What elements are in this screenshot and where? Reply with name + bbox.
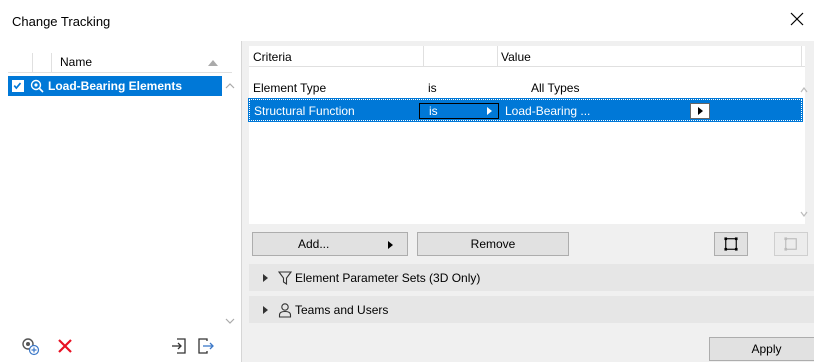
list-item-label: Load-Bearing Elements bbox=[48, 79, 183, 93]
tracking-list-panel: Name Load-Bearing Elements bbox=[0, 41, 242, 362]
list-item-load-bearing[interactable]: Load-Bearing Elements bbox=[8, 76, 222, 96]
name-column-header[interactable]: Name bbox=[60, 55, 92, 69]
remove-button-label: Remove bbox=[470, 237, 516, 251]
table-header: Criteria Value bbox=[249, 46, 805, 67]
checkmark-icon bbox=[13, 82, 22, 90]
criteria-table: Criteria Value Element Type is All Types… bbox=[248, 46, 808, 224]
list-toolbar bbox=[0, 330, 242, 362]
criteria-cell: Element Type bbox=[253, 81, 327, 95]
user-icon bbox=[278, 303, 292, 318]
expand-arrow-icon[interactable] bbox=[263, 274, 268, 282]
remove-criteria-button[interactable]: Remove bbox=[417, 232, 569, 256]
column-divider bbox=[423, 46, 424, 67]
sort-ascending-icon[interactable] bbox=[208, 59, 218, 67]
title-bar: Change Tracking bbox=[0, 0, 814, 41]
column-divider bbox=[51, 53, 52, 73]
criteria-cell: Structural Function bbox=[254, 104, 355, 118]
frame-icon bbox=[784, 237, 797, 251]
dropdown-arrow-icon bbox=[698, 107, 703, 115]
add-marker-icon[interactable] bbox=[20, 336, 40, 356]
list-header: Name bbox=[8, 53, 232, 73]
frame-icon bbox=[724, 237, 738, 251]
criteria-column-header[interactable]: Criteria bbox=[253, 50, 292, 64]
dropdown-arrow-icon bbox=[388, 241, 393, 249]
frame-disabled-button[interactable] bbox=[774, 232, 808, 256]
scroll-down-icon[interactable] bbox=[800, 210, 808, 218]
apply-button[interactable]: Apply bbox=[709, 337, 814, 361]
section-label: Teams and Users bbox=[295, 303, 389, 317]
criteria-panel: Criteria Value Element Type is All Types… bbox=[242, 41, 814, 362]
operator-dropdown[interactable]: is bbox=[419, 103, 499, 119]
scroll-up-icon[interactable] bbox=[225, 82, 235, 90]
export-icon[interactable] bbox=[196, 336, 216, 356]
value-dropdown-value: Load-Bearing ... bbox=[505, 104, 591, 118]
close-icon[interactable] bbox=[788, 10, 806, 28]
value-dropdown-button[interactable] bbox=[690, 103, 710, 119]
table-row-selected[interactable]: Structural Function is Load-Bearing ... bbox=[248, 98, 803, 122]
section-label: Element Parameter Sets (3D Only) bbox=[295, 271, 481, 285]
import-icon[interactable] bbox=[170, 336, 190, 356]
column-divider bbox=[497, 46, 498, 67]
visibility-checkbox[interactable] bbox=[12, 80, 24, 92]
scroll-up-icon[interactable] bbox=[800, 86, 808, 94]
filter-icon bbox=[278, 271, 292, 286]
value-cell: All Types bbox=[531, 81, 580, 95]
highlight-marker-icon bbox=[30, 79, 44, 93]
operator-dropdown-value: is bbox=[429, 104, 438, 118]
apply-button-label: Apply bbox=[751, 342, 782, 356]
delete-icon[interactable] bbox=[55, 336, 75, 356]
column-divider bbox=[32, 53, 33, 73]
expand-arrow-icon[interactable] bbox=[263, 306, 268, 314]
column-divider bbox=[801, 46, 802, 67]
section-teams-and-users[interactable]: Teams and Users bbox=[249, 296, 814, 323]
scroll-down-icon[interactable] bbox=[225, 317, 235, 325]
dropdown-arrow-icon bbox=[487, 107, 492, 115]
select-frame-button[interactable] bbox=[714, 232, 748, 256]
section-element-parameter-sets[interactable]: Element Parameter Sets (3D Only) bbox=[249, 264, 814, 291]
add-button-label: Add... bbox=[298, 237, 330, 251]
table-row[interactable]: Element Type is All Types bbox=[249, 77, 805, 99]
add-criteria-button[interactable]: Add... bbox=[252, 232, 408, 256]
value-column-header[interactable]: Value bbox=[501, 50, 531, 64]
window-title: Change Tracking bbox=[12, 14, 111, 29]
operator-cell: is bbox=[428, 81, 437, 95]
